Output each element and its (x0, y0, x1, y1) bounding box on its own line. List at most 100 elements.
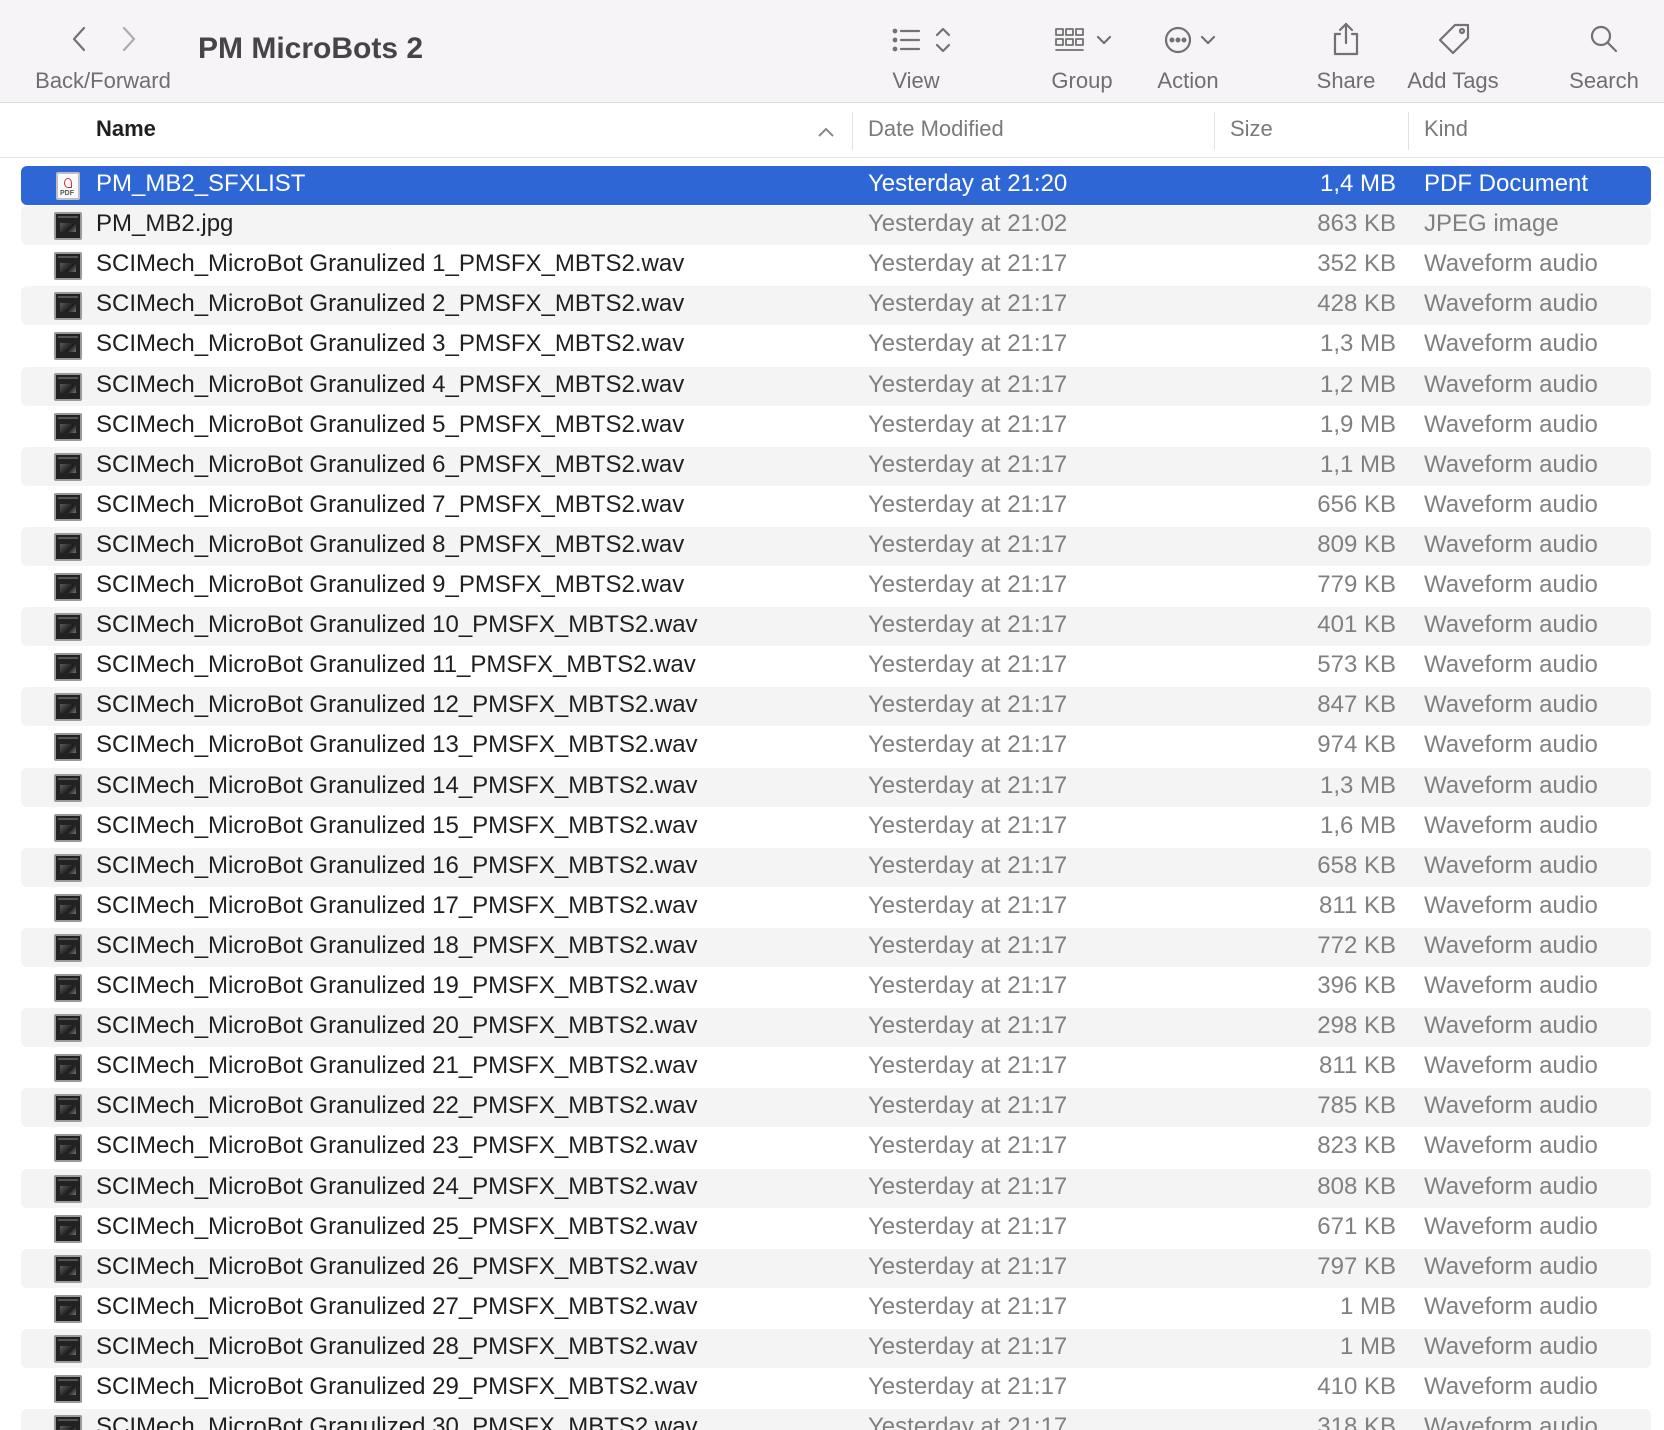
file-row[interactable]: SCIMech_MicroBot Granulized 23_PMSFX_MBT… (21, 1128, 1651, 1167)
audio-file-icon (54, 412, 82, 441)
column-date-modified[interactable]: Date Modified (868, 116, 1004, 142)
file-row[interactable]: SCIMech_MicroBot Granulized 8_PMSFX_MBTS… (21, 526, 1651, 566)
audio-file-icon (54, 1174, 82, 1203)
file-row[interactable]: SCIMech_MicroBot Granulized 18_PMSFX_MBT… (21, 927, 1651, 967)
view-button[interactable] (884, 20, 964, 60)
audio-file-icon (54, 733, 82, 762)
file-kind: Waveform audio (1424, 330, 1598, 358)
file-name: SCIMech_MicroBot Granulized 19_PMSFX_MBT… (96, 972, 698, 999)
file-name: SCIMech_MicroBot Granulized 26_PMSFX_MBT… (96, 1252, 698, 1280)
group-button[interactable] (1050, 20, 1120, 60)
add-tags-button[interactable] (1432, 18, 1476, 60)
file-name: SCIMech_MicroBot Granulized 4_PMSFX_MBTS… (96, 370, 685, 398)
file-kind: Waveform audio (1424, 1012, 1598, 1040)
column-name[interactable]: Name (96, 116, 156, 142)
file-row[interactable]: SCIMech_MicroBot Granulized 27_PMSFX_MBT… (21, 1289, 1651, 1328)
audio-file-icon (54, 813, 82, 842)
file-row[interactable]: SCIMech_MicroBot Granulized 3_PMSFX_MBTS… (21, 326, 1651, 365)
file-row[interactable]: SCIMech_MicroBot Granulized 14_PMSFX_MBT… (21, 767, 1651, 807)
column-kind[interactable]: Kind (1424, 116, 1468, 142)
file-date-modified: Yesterday at 21:17 (868, 1052, 1068, 1080)
audio-file-icon (54, 452, 82, 481)
file-row[interactable]: SCIMech_MicroBot Granulized 21_PMSFX_MBT… (21, 1048, 1651, 1087)
file-name: SCIMech_MicroBot Granulized 20_PMSFX_MBT… (96, 1012, 698, 1040)
file-kind: Waveform audio (1424, 651, 1598, 679)
forward-button[interactable] (112, 22, 144, 56)
file-date-modified: Yesterday at 21:17 (868, 1292, 1068, 1320)
action-button[interactable] (1156, 20, 1226, 60)
file-row[interactable]: SCIMech_MicroBot Granulized 19_PMSFX_MBT… (21, 968, 1651, 1007)
file-date-modified: Yesterday at 21:17 (868, 1252, 1068, 1280)
group-label: Group (1051, 68, 1113, 93)
file-kind: Waveform audio (1424, 571, 1598, 598)
file-kind: Waveform audio (1424, 490, 1598, 518)
file-size: 808 KB (1317, 1172, 1396, 1200)
file-size: 1,4 MB (1319, 170, 1396, 197)
file-row[interactable]: SCIMech_MicroBot Granulized 1_PMSFX_MBTS… (21, 246, 1651, 285)
sort-ascending-icon (818, 127, 834, 137)
audio-file-icon (54, 1254, 82, 1283)
file-size: 428 KB (1317, 290, 1396, 318)
file-kind: Waveform audio (1424, 1052, 1598, 1080)
file-row[interactable]: SCIMech_MicroBot Granulized 20_PMSFX_MBT… (21, 1008, 1651, 1048)
file-row[interactable]: SCIMech_MicroBot Granulized 7_PMSFX_MBTS… (21, 487, 1651, 526)
file-row[interactable]: SCIMech_MicroBot Granulized 29_PMSFX_MBT… (21, 1369, 1651, 1408)
file-name: SCIMech_MicroBot Granulized 27_PMSFX_MBT… (96, 1292, 698, 1320)
toolbar: Back/Forward PM MicroBots 2 View Group A… (0, 0, 1664, 103)
file-row[interactable]: SCIMech_MicroBot Granulized 10_PMSFX_MBT… (21, 607, 1651, 647)
file-size: 811 KB (1319, 891, 1396, 919)
file-date-modified: Yesterday at 21:17 (868, 450, 1068, 478)
file-name: SCIMech_MicroBot Granulized 14_PMSFX_MBT… (96, 771, 698, 799)
file-row[interactable]: SCIMech_MicroBot Granulized 9_PMSFX_MBTS… (21, 567, 1651, 606)
file-row[interactable]: SCIMech_MicroBot Granulized 2_PMSFX_MBTS… (21, 286, 1651, 326)
image-icon (54, 212, 82, 241)
file-kind: Waveform audio (1424, 611, 1598, 639)
file-row[interactable]: SCIMech_MicroBot Granulized 15_PMSFX_MBT… (21, 808, 1651, 847)
file-row[interactable]: SCIMech_MicroBot Granulized 6_PMSFX_MBTS… (21, 446, 1651, 486)
column-divider[interactable] (852, 112, 853, 150)
back-button[interactable] (64, 22, 96, 56)
file-date-modified: Yesterday at 21:17 (868, 330, 1068, 358)
column-size[interactable]: Size (1230, 116, 1273, 142)
file-row[interactable]: SCIMech_MicroBot Granulized 12_PMSFX_MBT… (21, 687, 1651, 727)
file-row[interactable]: SCIMech_MicroBot Granulized 5_PMSFX_MBTS… (21, 407, 1651, 446)
file-row[interactable]: SCIMech_MicroBot Granulized 25_PMSFX_MBT… (21, 1209, 1651, 1248)
file-size: 1 MB (1339, 1332, 1396, 1360)
file-row[interactable]: SCIMech_MicroBot Granulized 4_PMSFX_MBTS… (21, 366, 1651, 406)
file-row[interactable]: SCIMech_MicroBot Granulized 17_PMSFX_MBT… (21, 888, 1651, 927)
file-row[interactable]: PM_MB2.jpg Yesterday at 21:02 863 KB JPEG i… (21, 206, 1651, 246)
file-row[interactable]: SCIMech_MicroBot Granulized 24_PMSFX_MBT… (21, 1168, 1651, 1208)
file-row[interactable]: SCIMech_MicroBot Granulized 11_PMSFX_MBT… (21, 647, 1651, 686)
file-date-modified: Yesterday at 21:17 (868, 1332, 1068, 1360)
file-kind: Waveform audio (1424, 1252, 1598, 1280)
column-divider[interactable] (1408, 112, 1409, 150)
search-icon (1590, 25, 1618, 53)
file-row[interactable]: SCIMech_MicroBot Granulized 30_PMSFX_MBT… (21, 1409, 1651, 1430)
column-divider[interactable] (1214, 112, 1215, 150)
file-name: SCIMech_MicroBot Granulized 23_PMSFX_MBT… (96, 1132, 698, 1160)
file-name: SCIMech_MicroBot Granulized 25_PMSFX_MBT… (96, 1212, 698, 1240)
file-size: 656 KB (1317, 490, 1396, 518)
file-date-modified: Yesterday at 21:17 (868, 571, 1068, 598)
search-button[interactable] (1584, 18, 1624, 60)
file-row[interactable]: SCIMech_MicroBot Granulized 28_PMSFX_MBT… (21, 1328, 1651, 1368)
file-row[interactable]: SCIMech_MicroBot Granulized 13_PMSFX_MBT… (21, 727, 1651, 766)
file-size: 573 KB (1317, 651, 1396, 679)
audio-file-icon (54, 372, 82, 401)
file-date-modified: Yesterday at 21:17 (868, 1092, 1068, 1120)
file-size: 772 KB (1317, 931, 1396, 959)
audio-file-icon (54, 1134, 82, 1163)
file-row[interactable]: PDF PM_MB2_SFXLIST Yesterday at 21:20 1,4 M… (21, 166, 1651, 205)
file-row[interactable]: SCIMech_MicroBot Granulized 16_PMSFX_MBT… (21, 847, 1651, 887)
file-size: 1,2 MB (1319, 370, 1396, 398)
file-kind: PDF Document (1424, 170, 1589, 197)
audio-file-icon (54, 292, 82, 321)
file-name: SCIMech_MicroBot Granulized 17_PMSFX_MBT… (96, 891, 698, 919)
file-size: 811 KB (1319, 1052, 1396, 1080)
file-row[interactable]: SCIMech_MicroBot Granulized 22_PMSFX_MBT… (21, 1088, 1651, 1128)
share-button[interactable] (1326, 18, 1366, 60)
file-kind: Waveform audio (1424, 410, 1598, 438)
file-row[interactable]: SCIMech_MicroBot Granulized 26_PMSFX_MBT… (21, 1248, 1651, 1288)
file-kind: Waveform audio (1424, 771, 1598, 799)
file-kind: Waveform audio (1424, 731, 1598, 759)
